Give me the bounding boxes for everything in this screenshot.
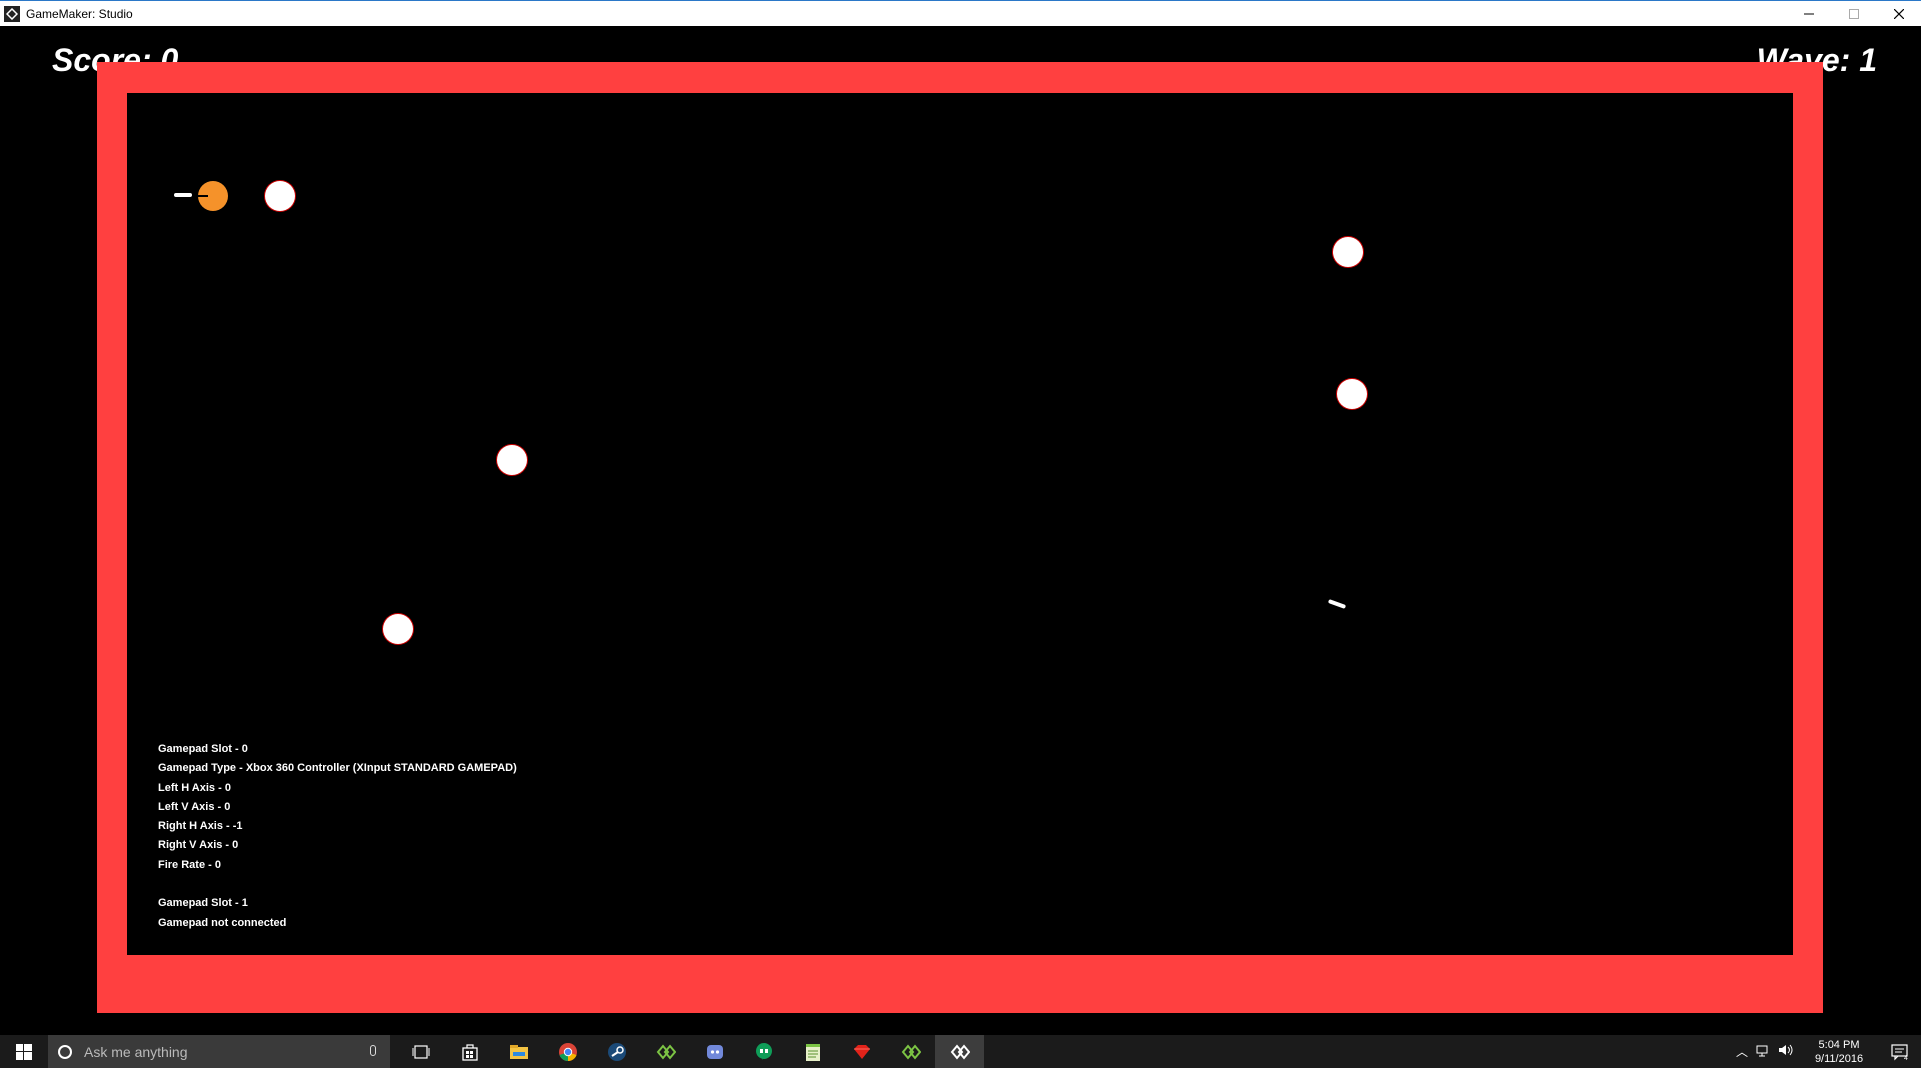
cortana-icon bbox=[58, 1044, 72, 1059]
gamemaker-studio-active-button[interactable] bbox=[935, 1035, 984, 1068]
windows-taskbar: Ask me anything ︿ 5:04 PM 9/11/2016 4 bbox=[0, 1035, 1921, 1068]
clock-date: 9/11/2016 bbox=[1814, 1052, 1864, 1065]
task-view-icon bbox=[412, 1044, 429, 1059]
debug-line: Gamepad not connected bbox=[158, 916, 287, 929]
action-center-button[interactable]: 4 bbox=[1881, 1043, 1921, 1061]
close-button[interactable] bbox=[1876, 1, 1921, 26]
gamemaker-icon bbox=[656, 1043, 676, 1060]
close-icon bbox=[1893, 8, 1904, 19]
debug-line: Gamepad Type - Xbox 360 Controller (XInp… bbox=[158, 762, 517, 775]
debug-line: Left H Axis - 0 bbox=[158, 781, 231, 794]
file-explorer-button[interactable] bbox=[494, 1035, 543, 1068]
player-gun bbox=[196, 195, 208, 197]
minimize-icon bbox=[1803, 13, 1814, 14]
start-button[interactable] bbox=[0, 1035, 48, 1068]
chevron-up-icon[interactable]: ︿ bbox=[1731, 1043, 1753, 1060]
discord-button[interactable] bbox=[690, 1035, 739, 1068]
cortana-search-box[interactable]: Ask me anything bbox=[48, 1035, 390, 1068]
maximize-button[interactable] bbox=[1831, 1, 1876, 26]
window-titlebar: GameMaker: Studio bbox=[0, 0, 1921, 26]
minimize-button[interactable] bbox=[1786, 1, 1831, 26]
hangouts-button[interactable] bbox=[739, 1035, 788, 1068]
window-title: GameMaker: Studio bbox=[26, 6, 133, 21]
chrome-button[interactable] bbox=[543, 1035, 592, 1068]
notepad-icon bbox=[805, 1043, 820, 1061]
taskbar-clock[interactable]: 5:04 PM 9/11/2016 bbox=[1803, 1038, 1875, 1066]
notepad-button[interactable] bbox=[788, 1035, 837, 1068]
search-placeholder: Ask me anything bbox=[84, 1043, 188, 1060]
debug-line bbox=[158, 875, 517, 894]
maximize-icon bbox=[1848, 8, 1859, 19]
file-explorer-icon bbox=[509, 1044, 528, 1059]
store-button[interactable] bbox=[445, 1035, 494, 1068]
store-icon bbox=[461, 1043, 478, 1061]
chrome-icon bbox=[558, 1042, 577, 1061]
enemy-circle bbox=[497, 445, 527, 475]
notification-icon: 4 bbox=[1891, 1043, 1908, 1061]
debug-line: Gamepad Slot - 1 bbox=[158, 897, 248, 910]
volume-icon[interactable] bbox=[1775, 1043, 1797, 1060]
red-gem-button[interactable] bbox=[837, 1035, 886, 1068]
gamemaker-button[interactable] bbox=[641, 1035, 690, 1068]
enemy-circle bbox=[1333, 237, 1363, 267]
network-icon[interactable] bbox=[1753, 1043, 1775, 1060]
notification-count: 4 bbox=[1904, 1055, 1908, 1061]
debug-line: Left V Axis - 0 bbox=[158, 800, 231, 813]
gamemaker-button-2[interactable] bbox=[886, 1035, 935, 1068]
debug-line: Fire Rate - 0 bbox=[158, 858, 221, 871]
steam-icon bbox=[607, 1042, 626, 1061]
windows-logo-icon bbox=[16, 1043, 32, 1060]
hangouts-icon bbox=[755, 1042, 772, 1060]
system-tray: ︿ 5:04 PM 9/11/2016 4 bbox=[1731, 1035, 1921, 1068]
debug-line: Right V Axis - 0 bbox=[158, 839, 239, 852]
debug-line: Gamepad Slot - 0 bbox=[158, 743, 248, 755]
gamemaker-app-icon bbox=[4, 5, 20, 22]
debug-line: Right H Axis - -1 bbox=[158, 820, 243, 833]
enemy-circle bbox=[383, 614, 413, 644]
clock-time: 5:04 PM bbox=[1818, 1038, 1860, 1051]
red-gem-icon bbox=[853, 1044, 870, 1059]
gamemaker-studio-active-icon bbox=[950, 1043, 970, 1060]
gamemaker-icon bbox=[901, 1043, 921, 1060]
discord-icon bbox=[706, 1044, 723, 1059]
microphone-icon[interactable] bbox=[370, 1045, 376, 1056]
enemy-circle bbox=[1337, 379, 1367, 409]
enemy-circle bbox=[265, 181, 295, 211]
player-ship bbox=[196, 181, 228, 211]
gamepad-debug-panel: Gamepad Slot - 0 Gamepad Type - Xbox 360… bbox=[158, 740, 517, 933]
steam-button[interactable] bbox=[592, 1035, 641, 1068]
task-view-button[interactable] bbox=[396, 1035, 445, 1068]
player-bullet bbox=[174, 193, 192, 197]
